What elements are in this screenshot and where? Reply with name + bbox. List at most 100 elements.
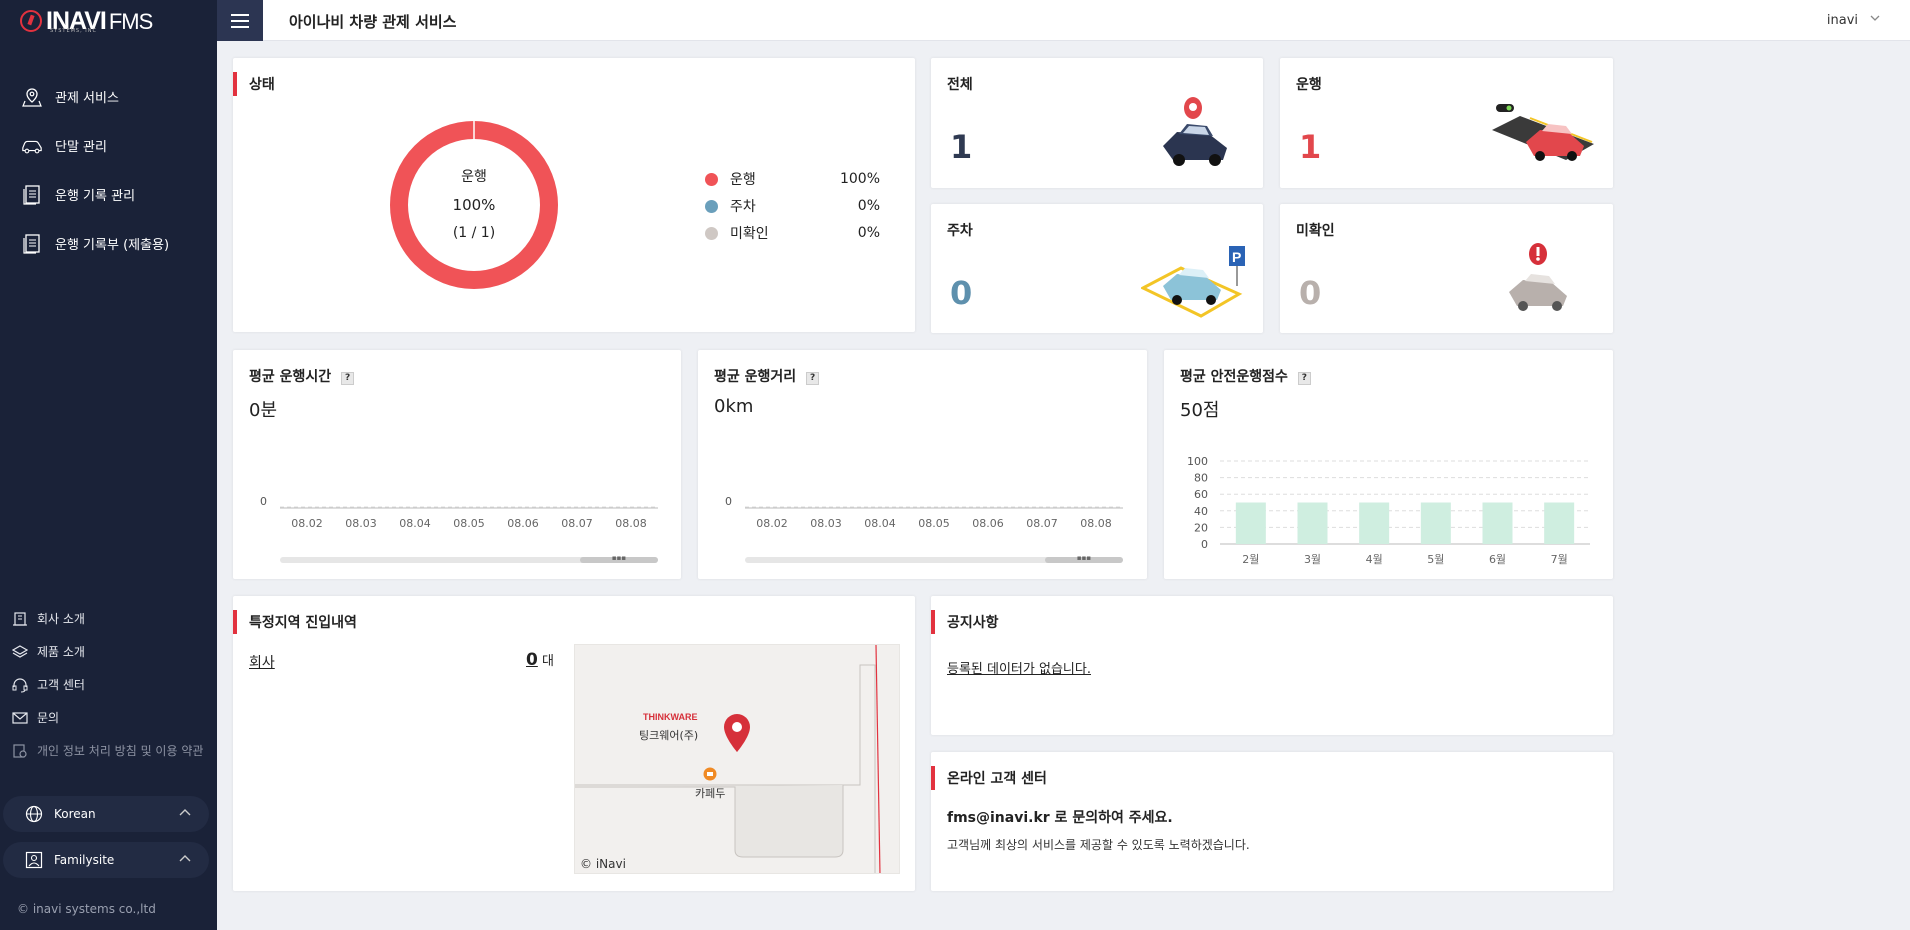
help-icon[interactable]: ?: [341, 372, 355, 385]
bar: [1235, 502, 1266, 544]
x-tick-label: 08.07: [1026, 517, 1058, 530]
legend-value: 100%: [839, 171, 880, 187]
main-nav: 관제 서비스 단말 관리 운행 기록 관리 운행 기록부 (제출용): [0, 72, 217, 268]
stat-title: 운행: [1296, 77, 1322, 93]
x-tick-label: 08.06: [972, 517, 1004, 530]
chevron-down-icon[interactable]: [1870, 14, 1880, 22]
building-icon: [13, 611, 27, 626]
x-tick-label: 5월: [1427, 553, 1444, 566]
legend-value: 0%: [857, 225, 880, 241]
zone-company-link[interactable]: 회사: [249, 652, 275, 672]
legend-label: 주차: [730, 199, 756, 215]
legend-item-driving: 운행 100%: [705, 169, 880, 189]
x-tick-label: 7월: [1551, 553, 1568, 566]
brand-product: FMS: [108, 8, 153, 34]
support-email[interactable]: fms@inavi.kr: [947, 810, 1050, 826]
sublink-label: 회사 소개: [37, 612, 85, 626]
legend-dot: [705, 199, 718, 213]
globe-icon: [25, 805, 43, 823]
notice-title: 공지사항: [931, 610, 999, 634]
zone-count: 0 대: [526, 650, 554, 670]
nav-item-device[interactable]: 단말 관리: [0, 121, 217, 170]
sidebar: INAVI FMS SYSTEMS, INC 관제 서비스 단말 관리 운행 기록…: [0, 0, 217, 930]
notice-empty-text[interactable]: 등록된 데이터가 없습니다.: [947, 658, 1091, 677]
link-support[interactable]: 고객 센터: [12, 668, 203, 701]
x-tick-label: 08.06: [507, 517, 539, 530]
support-description: 고객님께 최상의 서비스를 제공할 수 있도록 노력하겠습니다.: [947, 838, 1250, 852]
legend-item-parked: 주차 0%: [705, 196, 880, 216]
car-total-icon: [1163, 97, 1227, 166]
stat-card-total[interactable]: 전체 1: [931, 58, 1263, 188]
x-tick-label: 08.04: [864, 517, 896, 530]
nav-label: 운행 기록 관리: [55, 189, 136, 204]
menu-toggle-button[interactable]: [217, 0, 263, 41]
scroll-thumb[interactable]: ▪▪▪: [580, 555, 658, 563]
stat-card-parked[interactable]: 주차 0 P: [931, 204, 1263, 333]
link-inquiry[interactable]: 문의: [12, 701, 203, 734]
language-label: Korean: [54, 807, 96, 821]
time-line-chart: 0 08.02 08.03 08.04 08.05 08.06 08.07 08.08: [260, 495, 658, 530]
cafe-icon: [703, 767, 717, 781]
status-title: 상태: [233, 72, 275, 96]
nav-item-control[interactable]: 관제 서비스: [0, 72, 217, 121]
legend-dot: [705, 226, 718, 240]
help-icon[interactable]: ?: [1297, 372, 1311, 385]
nav-label: 운행 기록부 (제출용): [55, 238, 170, 253]
stat-value: 0: [1299, 274, 1322, 312]
nav-item-logbook[interactable]: 운행 기록부 (제출용): [0, 219, 217, 268]
link-privacy[interactable]: 개인 정보 처리 방침 및 이용 약관: [12, 734, 203, 767]
x-tick-label: 4월: [1366, 553, 1383, 566]
chevron-up-icon: [179, 855, 191, 862]
document-icon: [21, 184, 43, 206]
stat-title: 미확인: [1296, 223, 1335, 239]
chart-scrollbar[interactable]: ▪▪▪: [280, 555, 658, 563]
language-selector[interactable]: Korean: [3, 796, 209, 832]
map-place-label: 팅크웨어(주): [639, 729, 699, 742]
x-tick-label: 08.03: [345, 517, 377, 530]
stat-card-driving[interactable]: 운행 1: [1280, 58, 1613, 188]
link-product[interactable]: 제품 소개: [12, 635, 203, 668]
x-tick-label: 08.08: [615, 517, 647, 530]
map-brand-label: THINKWARE: [643, 712, 698, 722]
legend-label: 미확인: [730, 226, 769, 242]
bar: [1420, 502, 1451, 544]
nav-item-records[interactable]: 운행 기록 관리: [0, 170, 217, 219]
svg-text:P: P: [1232, 249, 1241, 265]
status-card: 상태 운행 100% (1 / 1) 운행 100% 주차 0% 미확인 0%: [233, 58, 915, 332]
metric-title: 평균 운행거리?: [714, 366, 820, 386]
zone-map[interactable]: THINKWARE 팅크웨어(주) 카페두 © iNavi: [574, 644, 900, 874]
metric-title: 평균 안전운행점수?: [1180, 366, 1311, 386]
bar: [1482, 502, 1513, 544]
sublink-label: 제품 소개: [37, 645, 85, 659]
familysite-selector[interactable]: Familysite: [3, 842, 209, 878]
car-unknown-icon: [1509, 243, 1567, 311]
stat-card-unknown[interactable]: 미확인 0: [1280, 204, 1613, 333]
map-credit: © iNavi: [580, 857, 626, 871]
legend-dot: [705, 172, 718, 186]
y-tick-label: 80: [1194, 472, 1208, 485]
user-menu[interactable]: inavi: [1827, 13, 1858, 28]
y-tick-label: 40: [1194, 505, 1208, 518]
legend-value: 0%: [857, 198, 880, 214]
page-title: 아이나비 차량 관제 서비스: [289, 13, 457, 31]
y-tick-label: 20: [1194, 521, 1208, 534]
scroll-thumb[interactable]: ▪▪▪: [1045, 555, 1123, 563]
bar: [1297, 502, 1328, 544]
stat-value: 1: [1299, 128, 1322, 166]
link-company[interactable]: 회사 소개: [12, 602, 203, 635]
chart-scrollbar[interactable]: ▪▪▪: [745, 555, 1123, 563]
donut-label: 운행: [461, 169, 487, 185]
nav-label: 관제 서비스: [55, 91, 119, 106]
site-icon: [25, 851, 43, 869]
y-tick-label: 0: [260, 495, 267, 508]
map-pin-icon[interactable]: [723, 713, 751, 753]
sublink-label: 문의: [37, 711, 60, 725]
zone-count-value[interactable]: 0: [526, 650, 538, 670]
donut-count: (1 / 1): [452, 225, 496, 241]
x-tick-label: 08.07: [561, 517, 593, 530]
help-icon[interactable]: ?: [806, 372, 820, 385]
x-tick-label: 08.08: [1080, 517, 1112, 530]
x-tick-label: 2월: [1242, 553, 1259, 566]
stat-title: 주차: [947, 223, 973, 239]
stat-value: 1: [950, 128, 973, 166]
